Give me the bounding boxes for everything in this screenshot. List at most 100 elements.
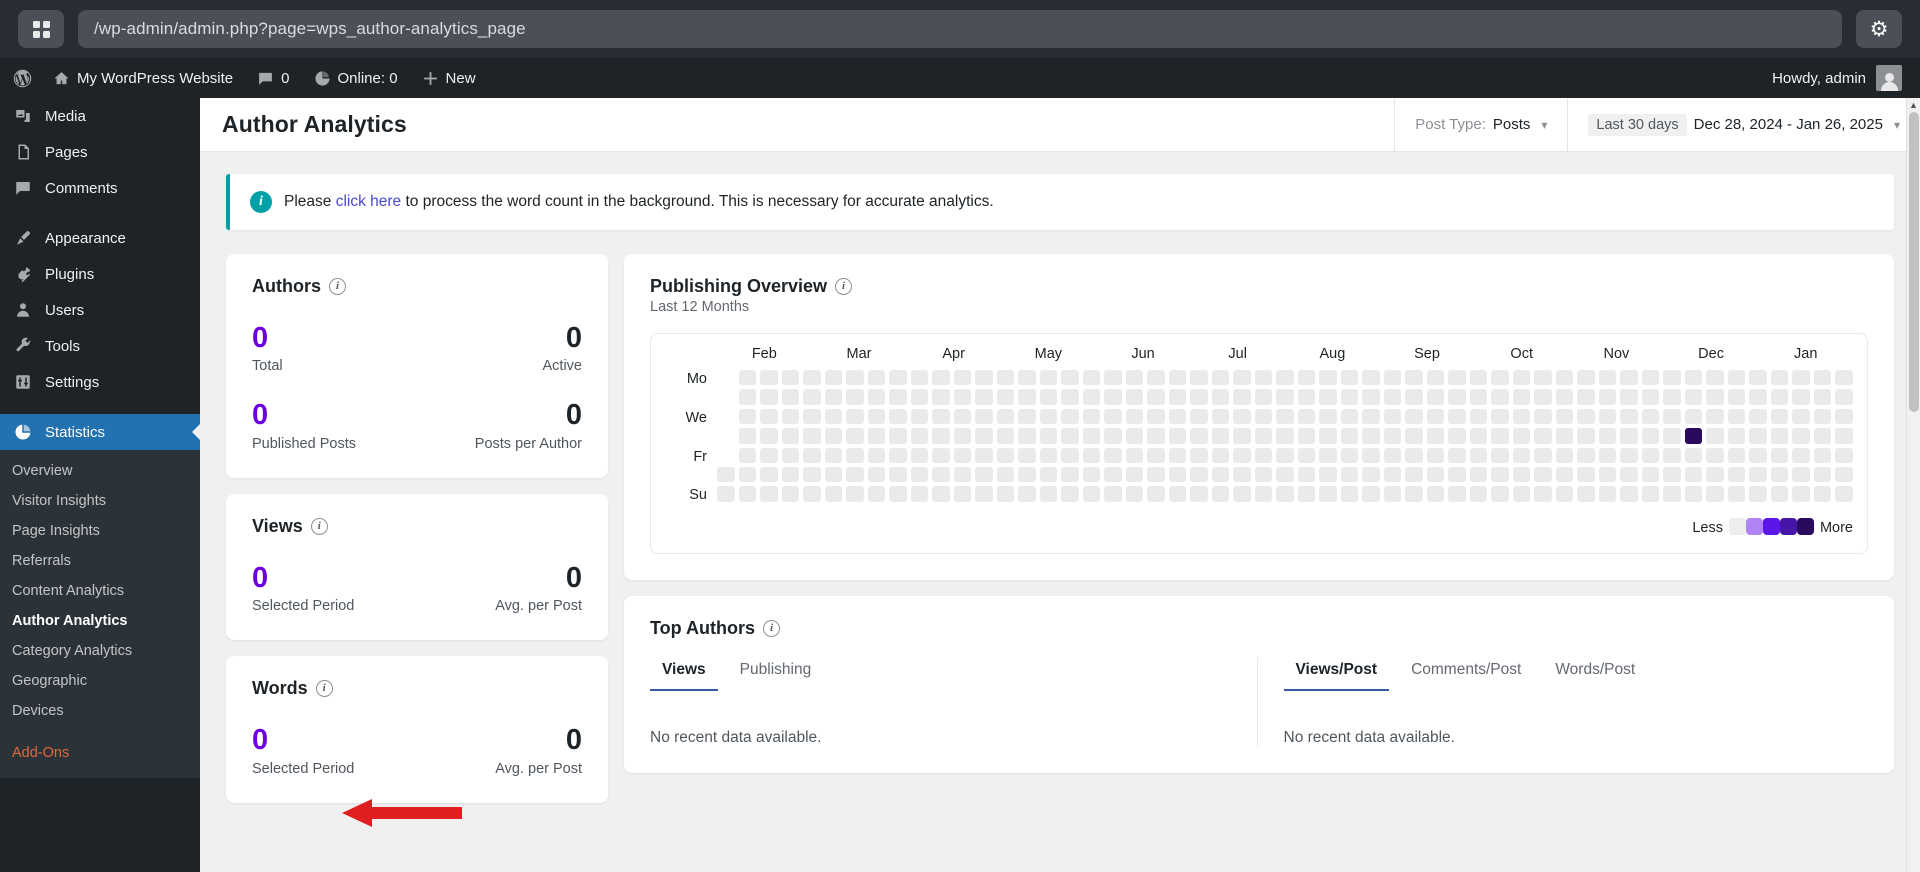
heatmap-cell[interactable] bbox=[867, 447, 885, 463]
heatmap-cell[interactable] bbox=[1061, 389, 1079, 405]
heatmap-cell[interactable] bbox=[1598, 370, 1617, 386]
heatmap-cell[interactable] bbox=[996, 486, 1014, 502]
tab-comments-per-post[interactable]: Comments/Post bbox=[1399, 657, 1533, 691]
heatmap-cell[interactable] bbox=[1211, 466, 1230, 483]
heatmap-cell[interactable] bbox=[1104, 486, 1122, 502]
heatmap-cell[interactable] bbox=[996, 408, 1014, 425]
heatmap-cell[interactable] bbox=[1125, 408, 1143, 425]
heatmap-cell[interactable] bbox=[803, 370, 821, 386]
heatmap-cell[interactable] bbox=[824, 486, 842, 502]
sidebar-item-statistics[interactable]: Statistics bbox=[0, 414, 200, 450]
heatmap-cell[interactable] bbox=[1835, 408, 1853, 425]
heatmap-cell[interactable] bbox=[738, 486, 756, 502]
tab-words-per-post[interactable]: Words/Post bbox=[1543, 657, 1647, 691]
heatmap-cell[interactable] bbox=[1577, 389, 1595, 405]
heatmap-cell[interactable] bbox=[1620, 447, 1638, 463]
heatmap-cell[interactable] bbox=[867, 370, 885, 386]
heatmap-cell[interactable] bbox=[1276, 466, 1294, 483]
heatmap-cell[interactable] bbox=[1405, 370, 1423, 386]
heatmap-cell[interactable] bbox=[1082, 389, 1100, 405]
heatmap-cell[interactable] bbox=[1018, 466, 1036, 483]
sidebar-item-users[interactable]: Users bbox=[0, 292, 200, 328]
heatmap-cell[interactable] bbox=[1555, 466, 1574, 483]
heatmap-cell[interactable] bbox=[1577, 408, 1595, 425]
heatmap-cell[interactable] bbox=[1598, 466, 1617, 483]
heatmap-cell[interactable] bbox=[1018, 428, 1036, 444]
heatmap-cell[interactable] bbox=[975, 389, 993, 405]
site-name-button[interactable]: My WordPress Website bbox=[41, 58, 245, 98]
heatmap-cell[interactable] bbox=[1254, 389, 1273, 405]
heatmap-cell[interactable] bbox=[1061, 370, 1079, 386]
heatmap-cell[interactable] bbox=[1448, 486, 1466, 502]
heatmap-cell[interactable] bbox=[1233, 370, 1251, 386]
heatmap-cell[interactable] bbox=[1426, 428, 1445, 444]
heatmap-cell[interactable] bbox=[1491, 447, 1509, 463]
heatmap-cell[interactable] bbox=[1254, 466, 1273, 483]
heatmap-cell[interactable] bbox=[889, 428, 907, 444]
heatmap-cell[interactable] bbox=[1577, 447, 1595, 463]
heatmap-cell[interactable] bbox=[760, 486, 778, 502]
heatmap-cell[interactable] bbox=[1254, 447, 1273, 463]
sidebar-item-addons[interactable]: Add-Ons bbox=[0, 738, 200, 768]
heatmap-cell[interactable] bbox=[1491, 408, 1509, 425]
heatmap-cell[interactable] bbox=[1061, 466, 1079, 483]
heatmap-cell[interactable] bbox=[1254, 370, 1273, 386]
heatmap-cell[interactable] bbox=[1233, 428, 1251, 444]
heatmap-cell[interactable] bbox=[1792, 486, 1810, 502]
heatmap-cell[interactable] bbox=[1104, 370, 1122, 386]
heatmap-cell[interactable] bbox=[1813, 466, 1832, 483]
heatmap-cell[interactable] bbox=[1340, 389, 1359, 405]
heatmap-cell[interactable] bbox=[1663, 428, 1681, 444]
heatmap-cell[interactable] bbox=[1555, 486, 1574, 502]
heatmap-cell[interactable] bbox=[1792, 466, 1810, 483]
heatmap-cell[interactable] bbox=[1663, 466, 1681, 483]
heatmap-cell[interactable] bbox=[1039, 486, 1057, 502]
heatmap-cell[interactable] bbox=[1405, 486, 1423, 502]
sidebar-item-appearance[interactable]: Appearance bbox=[0, 220, 200, 256]
heatmap-cell[interactable] bbox=[760, 447, 778, 463]
heatmap-cell[interactable] bbox=[1190, 447, 1208, 463]
heatmap-cell[interactable] bbox=[1319, 408, 1337, 425]
heatmap-cell[interactable] bbox=[1749, 389, 1767, 405]
heatmap-cell[interactable] bbox=[1297, 370, 1316, 386]
heatmap-cell[interactable] bbox=[1749, 486, 1767, 502]
heatmap-cell[interactable] bbox=[1104, 408, 1122, 425]
heatmap-cell[interactable] bbox=[1426, 486, 1445, 502]
heatmap-cell[interactable] bbox=[1555, 408, 1574, 425]
heatmap-cell[interactable] bbox=[975, 370, 993, 386]
date-range-filter[interactable]: Last 30 days Dec 28, 2024 - Jan 26, 2025… bbox=[1567, 98, 1920, 152]
heatmap-cell[interactable] bbox=[932, 428, 950, 444]
heatmap-cell[interactable] bbox=[1147, 466, 1165, 483]
post-type-filter[interactable]: Post Type: Posts ▾ bbox=[1394, 98, 1567, 152]
heatmap-cell[interactable] bbox=[1727, 408, 1746, 425]
heatmap-cell[interactable] bbox=[953, 486, 971, 502]
heatmap-cell[interactable] bbox=[1362, 486, 1380, 502]
heatmap-cell[interactable] bbox=[738, 389, 756, 405]
heatmap-cell[interactable] bbox=[1125, 447, 1143, 463]
heatmap-cell[interactable] bbox=[1770, 447, 1789, 463]
heatmap-cell[interactable] bbox=[1254, 486, 1273, 502]
heatmap-cell[interactable] bbox=[1749, 428, 1767, 444]
heatmap-cell[interactable] bbox=[1770, 408, 1789, 425]
heatmap-cell[interactable] bbox=[1663, 370, 1681, 386]
heatmap-cell[interactable] bbox=[1813, 370, 1832, 386]
heatmap-cell[interactable] bbox=[1211, 389, 1230, 405]
heatmap-cell[interactable] bbox=[1125, 428, 1143, 444]
heatmap-cell[interactable] bbox=[910, 428, 928, 444]
heatmap-cell[interactable] bbox=[1469, 428, 1488, 444]
heatmap-cell[interactable] bbox=[975, 447, 993, 463]
heatmap-cell[interactable] bbox=[1706, 408, 1724, 425]
heatmap-cell[interactable] bbox=[1082, 486, 1100, 502]
sidebar-item-devices[interactable]: Devices bbox=[0, 696, 200, 726]
heatmap-cell[interactable] bbox=[1276, 486, 1294, 502]
heatmap-cell[interactable] bbox=[1835, 370, 1853, 386]
heatmap-cell[interactable] bbox=[1491, 486, 1509, 502]
heatmap-cell[interactable] bbox=[824, 408, 842, 425]
heatmap-cell[interactable] bbox=[1018, 486, 1036, 502]
notice-link[interactable]: click here bbox=[336, 193, 401, 210]
heatmap-cell[interactable] bbox=[910, 408, 928, 425]
heatmap-cell[interactable] bbox=[1448, 466, 1466, 483]
heatmap-cell[interactable] bbox=[760, 408, 778, 425]
heatmap-cell[interactable] bbox=[1125, 466, 1143, 483]
heatmap-cell[interactable] bbox=[1749, 466, 1767, 483]
